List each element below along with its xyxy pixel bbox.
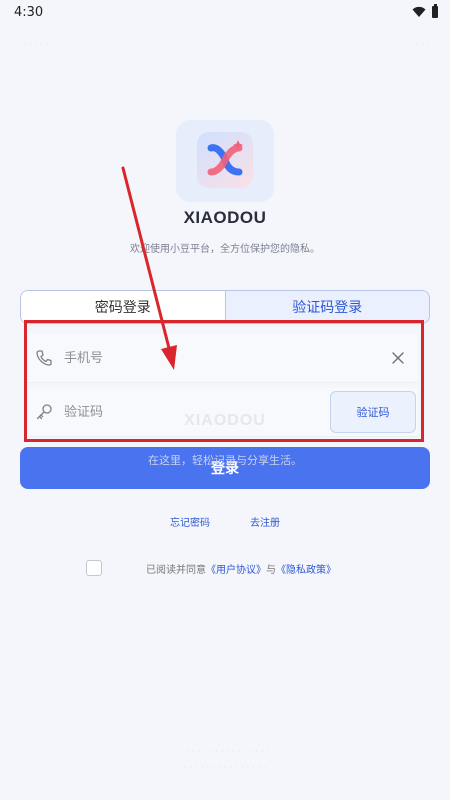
faint-top-left: ·· · · · · — [20, 40, 49, 50]
user-agreement-link[interactable]: 《用户协议》 — [206, 565, 266, 576]
faint-footer-line: · · · · · · · · · · · · · · · · — [180, 747, 270, 757]
app-tagline: 欢迎使用小豆平台，全方位保护您的隐私。 — [130, 244, 320, 255]
privacy-policy-link[interactable]: 《隐私政策》 — [276, 565, 336, 576]
wifi-icon — [412, 6, 426, 17]
tab-sms-login[interactable]: 验证码登录 — [224, 291, 429, 323]
agreement-prefix: 已阅读并同意 — [146, 564, 206, 576]
annotation-highlight-box — [24, 320, 424, 442]
agreement-text: 已阅读并同意《用户协议》与《隐私政策》 — [146, 561, 336, 576]
forgot-password-link[interactable]: 忘记密码 — [170, 514, 210, 529]
watermark-slogan: 在这里，轻松记录与分享生活。 — [148, 454, 302, 467]
agreement-conjunction: 与 — [266, 564, 276, 576]
app-name: XIAODOU — [183, 208, 267, 227]
faint-top-row: ·· · · · · · · · — [20, 40, 430, 50]
tab-password-login[interactable]: 密码登录 — [21, 291, 225, 323]
app-logo — [176, 120, 274, 202]
register-link[interactable]: 去注册 — [250, 514, 280, 529]
faint-footer-line: · · · · · · · · · · · · · · · — [183, 763, 267, 773]
agreement-checkbox[interactable] — [86, 560, 102, 576]
faint-footer: · · · · · · · · · · · · · · · · · · · · … — [0, 744, 450, 776]
auth-links: 忘记密码 去注册 — [0, 514, 450, 529]
status-time: 4:30 — [14, 4, 44, 20]
app-logo-icon — [197, 132, 253, 188]
agreement-row: 已阅读并同意《用户协议》与《隐私政策》 — [86, 558, 426, 578]
faint-top-right: · · · — [415, 40, 430, 50]
status-bar: 4:30 — [0, 0, 450, 24]
login-tabs: 密码登录 验证码登录 — [20, 290, 430, 324]
status-icons — [412, 4, 438, 18]
battery-icon — [432, 4, 438, 18]
